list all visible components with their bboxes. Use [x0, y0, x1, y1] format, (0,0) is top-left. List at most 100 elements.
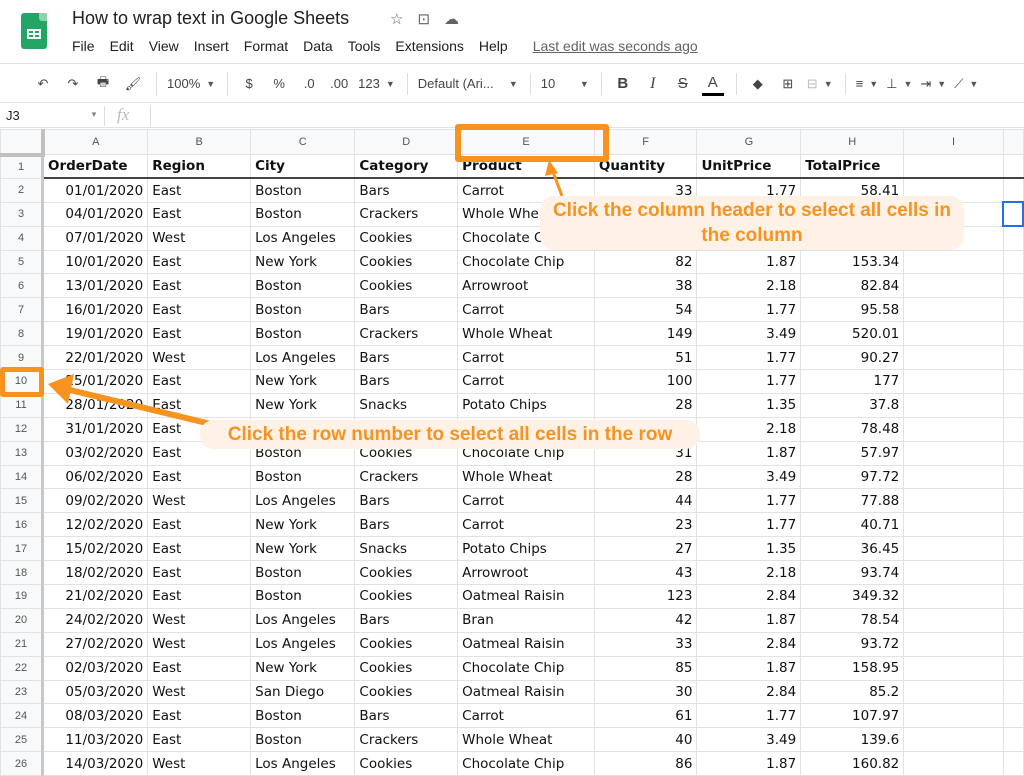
- cell-b25[interactable]: East: [147, 727, 252, 753]
- menu-view[interactable]: View: [149, 38, 179, 54]
- cell-f6[interactable]: 38: [593, 273, 698, 299]
- cell-e11[interactable]: Potato Chips: [457, 392, 595, 418]
- currency-button[interactable]: $: [238, 72, 260, 96]
- cell-a17[interactable]: 15/02/2020: [41, 536, 149, 562]
- cell-c1[interactable]: City: [250, 154, 356, 180]
- cell-a9[interactable]: 22/01/2020: [41, 345, 149, 371]
- cell-b1[interactable]: Region: [147, 154, 252, 180]
- cell-i22[interactable]: [903, 655, 1004, 681]
- cell-i24[interactable]: [903, 703, 1004, 729]
- cell-d23[interactable]: Cookies: [354, 679, 459, 705]
- row-number-8[interactable]: 8: [0, 321, 44, 347]
- cell-b15[interactable]: West: [147, 488, 252, 514]
- cell-g22[interactable]: 1.87: [696, 655, 802, 681]
- cell-j4[interactable]: [1002, 225, 1024, 251]
- column-header-d[interactable]: D: [354, 129, 459, 155]
- cell-c18[interactable]: Boston: [250, 560, 356, 586]
- cell-h22[interactable]: 158.95: [800, 655, 905, 681]
- sheets-logo-icon[interactable]: [21, 13, 47, 49]
- cell-d8[interactable]: Crackers: [354, 321, 459, 347]
- cell-h16[interactable]: 40.71: [800, 512, 905, 538]
- cell-g25[interactable]: 3.49: [696, 727, 802, 753]
- cell-j3[interactable]: [1002, 201, 1024, 228]
- cell-g5[interactable]: 1.87: [696, 249, 802, 275]
- font-size-select[interactable]: 10 ▼: [541, 72, 589, 96]
- cell-g7[interactable]: 1.77: [696, 297, 802, 323]
- cell-d16[interactable]: Bars: [354, 512, 459, 538]
- cell-a26[interactable]: 14/03/2020: [41, 751, 149, 776]
- star-icon[interactable]: ☆: [390, 10, 403, 28]
- menu-help[interactable]: Help: [479, 38, 508, 54]
- last-edit-link[interactable]: Last edit was seconds ago: [533, 38, 698, 54]
- cell-h11[interactable]: 37.8: [800, 392, 905, 418]
- menu-tools[interactable]: Tools: [348, 38, 381, 54]
- cell-h20[interactable]: 78.54: [800, 607, 905, 633]
- cell-c22[interactable]: New York: [250, 655, 356, 681]
- font-select[interactable]: Default (Ari... ▼: [418, 72, 518, 96]
- menu-edit[interactable]: Edit: [110, 38, 134, 54]
- cell-b6[interactable]: East: [147, 273, 252, 299]
- cell-b3[interactable]: East: [147, 201, 252, 227]
- cell-i7[interactable]: [903, 297, 1004, 323]
- cell-a25[interactable]: 11/03/2020: [41, 727, 149, 753]
- cell-j13[interactable]: [1002, 440, 1024, 466]
- cell-j24[interactable]: [1002, 703, 1024, 729]
- cell-h19[interactable]: 349.32: [800, 584, 905, 609]
- row-number-22[interactable]: 22: [0, 655, 44, 681]
- column-header-h[interactable]: H: [800, 129, 905, 155]
- row-number-20[interactable]: 20: [0, 607, 44, 633]
- cell-b24[interactable]: East: [147, 703, 252, 729]
- cell-i26[interactable]: [903, 751, 1004, 776]
- cell-b21[interactable]: West: [147, 631, 252, 657]
- cell-i23[interactable]: [903, 679, 1004, 705]
- cell-i14[interactable]: [903, 464, 1004, 490]
- cell-a16[interactable]: 12/02/2020: [41, 512, 149, 538]
- cell-j14[interactable]: [1002, 464, 1024, 490]
- cell-g21[interactable]: 2.84: [696, 631, 802, 657]
- row-number-17[interactable]: 17: [0, 536, 44, 562]
- cell-a6[interactable]: 13/01/2020: [41, 273, 149, 299]
- cell-d9[interactable]: Bars: [354, 345, 459, 371]
- column-header-a[interactable]: A: [41, 129, 149, 155]
- cell-d17[interactable]: Snacks: [354, 536, 459, 562]
- paint-format-icon[interactable]: 🖌: [122, 72, 144, 96]
- cell-c10[interactable]: New York: [250, 369, 356, 394]
- column-header-i[interactable]: I: [903, 129, 1004, 155]
- cell-b23[interactable]: West: [147, 679, 252, 705]
- cell-h12[interactable]: 78.48: [800, 416, 905, 442]
- row-number-23[interactable]: 23: [0, 679, 44, 705]
- cell-d11[interactable]: Snacks: [354, 392, 459, 418]
- cell-j20[interactable]: [1002, 607, 1024, 633]
- column-header-b[interactable]: B: [147, 129, 252, 155]
- cell-e16[interactable]: Carrot: [457, 512, 595, 538]
- column-header-g[interactable]: G: [696, 129, 802, 155]
- cell-j25[interactable]: [1002, 727, 1024, 753]
- cell-b5[interactable]: East: [147, 249, 252, 275]
- row-number-26[interactable]: 26: [0, 751, 44, 776]
- cell-i9[interactable]: [903, 345, 1004, 371]
- cell-g1[interactable]: UnitPrice: [696, 154, 802, 180]
- cell-h26[interactable]: 160.82: [800, 751, 905, 776]
- cell-c11[interactable]: New York: [250, 392, 356, 418]
- cell-h13[interactable]: 57.97: [800, 440, 905, 466]
- cell-d14[interactable]: Crackers: [354, 464, 459, 490]
- cell-i18[interactable]: [903, 560, 1004, 586]
- row-number-7[interactable]: 7: [0, 297, 44, 323]
- cell-d10[interactable]: Bars: [354, 369, 459, 394]
- menu-file[interactable]: File: [72, 38, 95, 54]
- cell-j9[interactable]: [1002, 345, 1024, 371]
- cell-f15[interactable]: 44: [593, 488, 698, 514]
- cell-f18[interactable]: 43: [593, 560, 698, 586]
- horizontal-align-icon[interactable]: ≡ ▼: [856, 72, 879, 96]
- cell-j2[interactable]: [1002, 177, 1024, 203]
- cell-d24[interactable]: Bars: [354, 703, 459, 729]
- cell-j1[interactable]: [1002, 154, 1024, 180]
- cell-e22[interactable]: Chocolate Chip: [457, 655, 595, 681]
- cell-f7[interactable]: 54: [593, 297, 698, 323]
- row-number-15[interactable]: 15: [0, 488, 44, 514]
- cell-a24[interactable]: 08/03/2020: [41, 703, 149, 729]
- fill-color-icon[interactable]: ◆: [747, 72, 769, 96]
- cell-e14[interactable]: Whole Wheat: [457, 464, 595, 490]
- percent-button[interactable]: %: [268, 72, 290, 96]
- cell-h15[interactable]: 77.88: [800, 488, 905, 514]
